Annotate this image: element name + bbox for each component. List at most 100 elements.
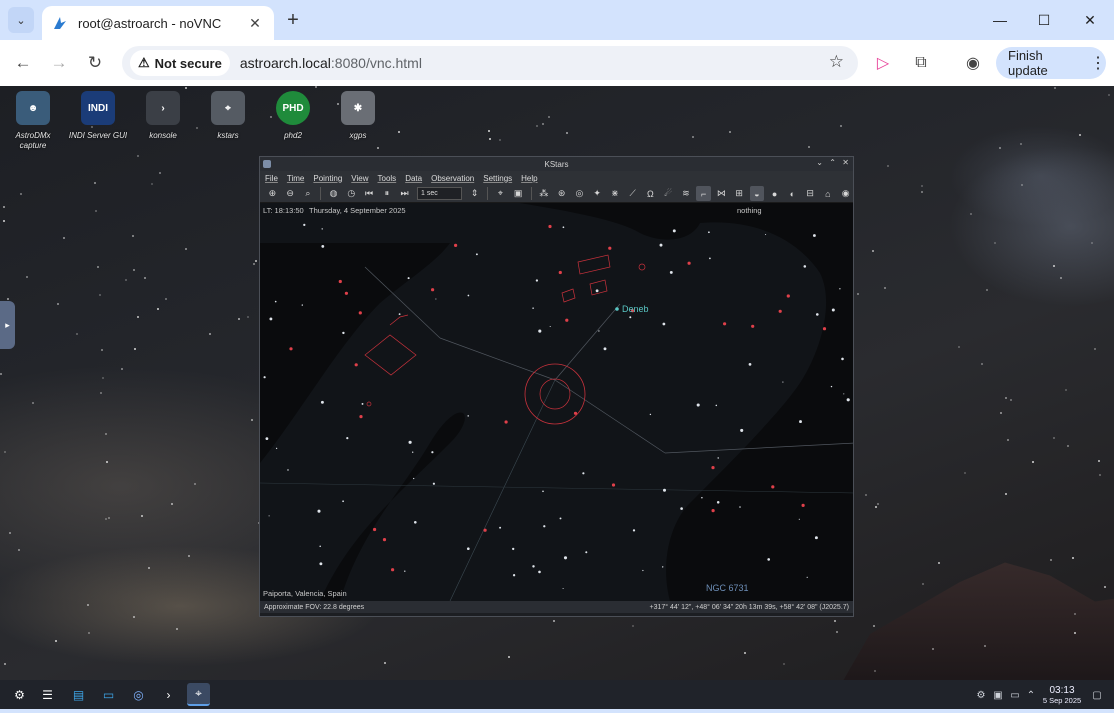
desktop-icon-xgps[interactable]: ✱ xgps: [328, 91, 388, 141]
show-desktop-icon[interactable]: ▢: [1090, 688, 1104, 702]
expand-tray-icon[interactable]: ⌃: [1024, 688, 1038, 702]
kstars-window[interactable]: KStars ⌄ ⌃ ✕ File Time Pointing View Too…: [259, 156, 854, 617]
milky-way-icon[interactable]: ☄: [661, 186, 676, 201]
hips-icon[interactable]: ◐: [785, 186, 800, 201]
horizon-icon[interactable]: ◒: [749, 186, 765, 201]
zoom-in-icon[interactable]: ⊕: [265, 186, 280, 201]
cast-icon[interactable]: ▷: [871, 51, 895, 75]
toolbar-separator: [320, 187, 322, 200]
app-launcher-icon[interactable]: ⚙: [8, 683, 31, 706]
wallpaper-star: [7, 298, 9, 300]
sky-star: [287, 469, 289, 471]
kstars-titlebar[interactable]: KStars ⌄ ⌃ ✕: [260, 157, 853, 171]
storage-tray-icon[interactable]: ▣: [991, 688, 1005, 702]
menu-observation[interactable]: Observation: [431, 174, 474, 183]
desktop-icon-phd2[interactable]: PHD phd2: [263, 91, 323, 141]
maximize-icon[interactable]: ☐: [1032, 8, 1056, 32]
supernova-icon[interactable]: ✦: [590, 186, 605, 201]
pause-icon[interactable]: ⏸: [379, 186, 394, 201]
menu-help[interactable]: Help: [521, 174, 537, 183]
package-icon[interactable]: ▤: [67, 683, 90, 706]
menu-file[interactable]: File: [265, 174, 278, 183]
forward-icon[interactable]: →: [47, 51, 71, 75]
menu-time[interactable]: Time: [287, 174, 304, 183]
fits-image-icon[interactable]: ▣: [511, 186, 526, 201]
browser-icon[interactable]: ◎: [127, 683, 150, 706]
new-tab-button[interactable]: +: [282, 9, 304, 31]
extensions-icon[interactable]: ⧉: [909, 51, 933, 75]
ground-icon[interactable]: ⋈: [714, 186, 729, 201]
file-manager-icon[interactable]: ▭: [97, 683, 120, 706]
desktop-icon-konsole[interactable]: › konsole: [133, 91, 193, 141]
desktop-icon-kstars[interactable]: ⌖ kstars: [198, 91, 258, 141]
zoom-out-icon[interactable]: ⊖: [283, 186, 298, 201]
menu-pointing[interactable]: Pointing: [313, 174, 342, 183]
remote-desktop[interactable]: ▸ ☻ AstroDMx capture INDI INDI Server GU…: [0, 86, 1114, 680]
novnc-control-bar-handle[interactable]: ▸: [0, 301, 15, 349]
taskbar-clock[interactable]: 03:13 5 Sep 2025: [1038, 685, 1086, 706]
menu-settings[interactable]: Settings: [483, 174, 512, 183]
step-forward-icon[interactable]: ⏭: [397, 186, 412, 201]
moon-icon[interactable]: ●: [767, 186, 782, 201]
sky-star: [767, 558, 771, 561]
menu-view[interactable]: View: [351, 174, 368, 183]
zoom-default-icon[interactable]: ⌕: [301, 186, 316, 201]
solar-system-icon[interactable]: ◎: [572, 186, 587, 201]
menu-tools[interactable]: Tools: [378, 174, 397, 183]
profile-icon[interactable]: ◉: [961, 51, 985, 75]
more-menu-icon[interactable]: ⋮: [1090, 53, 1106, 73]
deep-sky-icon[interactable]: ⊛: [554, 186, 569, 201]
deneb-star[interactable]: [615, 307, 619, 311]
url-text[interactable]: astroarch.local:8080/vnc.html: [240, 55, 422, 71]
task-switcher-icon[interactable]: ☰: [36, 683, 59, 706]
eye-icon[interactable]: ◉: [838, 186, 853, 201]
globe-icon[interactable]: ◍: [326, 186, 341, 201]
chevron-down-icon[interactable]: ⌄: [816, 158, 823, 167]
devices-icon[interactable]: ⊟: [803, 186, 818, 201]
menu-data[interactable]: Data: [405, 174, 422, 183]
horizontal-grid-icon[interactable]: ⌐: [696, 186, 712, 201]
sky-star: [274, 300, 277, 303]
star-label-deneb[interactable]: Deneb: [622, 304, 649, 314]
tab-search-button[interactable]: ⌄: [8, 7, 34, 33]
network-tray-icon[interactable]: ▭: [1008, 688, 1022, 702]
equatorial-grid-icon[interactable]: ≋: [679, 186, 694, 201]
window-close-icon[interactable]: ✕: [1078, 8, 1102, 32]
reload-icon[interactable]: ↻: [83, 51, 107, 75]
minimize-icon[interactable]: —: [988, 8, 1012, 32]
trash-icon[interactable]: ⌂: [821, 186, 836, 201]
flags-icon[interactable]: ⊞: [732, 186, 747, 201]
sky-star: [467, 294, 470, 297]
url-host: astroarch.local: [239, 55, 331, 71]
kstars-task-icon[interactable]: ⌖: [187, 683, 210, 706]
satellite-icon[interactable]: ⋇: [608, 186, 623, 201]
spin-arrows-icon[interactable]: ⇕: [467, 186, 482, 201]
constellation-lines-icon[interactable]: ⟋: [625, 186, 640, 201]
time-step-input[interactable]: 1 sec: [416, 187, 463, 200]
chevron-up-icon[interactable]: ⌃: [829, 158, 836, 167]
tab-novnc[interactable]: root@astroarch - noVNC ✕: [42, 6, 274, 40]
kstars-toolbar: ⊕ ⊖ ⌕ ◍ ◷ ⏮ ⏸ ⏭ 1 sec ⇕ ⌖ ▣ ⁂ ⊛ ◎ ✦ ⋇ ⟋ …: [260, 185, 853, 203]
sky-star: [585, 551, 588, 554]
security-chip[interactable]: ⚠ Not secure: [130, 50, 230, 76]
wallpaper-star: [0, 373, 2, 375]
step-back-icon[interactable]: ⏮: [362, 186, 377, 201]
finish-update-button[interactable]: Finish update ⋮: [996, 47, 1106, 79]
sky-star: [538, 329, 542, 333]
constellation-names-icon[interactable]: Ω: [643, 186, 658, 201]
clock-icon[interactable]: ◷: [344, 186, 359, 201]
sky-map[interactable]: LT: 18:13:50 Thursday, 4 September 2025 …: [260, 203, 853, 601]
back-icon[interactable]: ←: [11, 51, 35, 75]
bookmark-star-icon[interactable]: ☆: [829, 52, 844, 72]
desktop-icon-astrodmx[interactable]: ☻ AstroDMx capture: [3, 91, 63, 151]
sky-star: [407, 277, 410, 280]
crosshair-icon[interactable]: ⌖: [493, 186, 508, 201]
close-icon[interactable]: ✕: [246, 14, 264, 32]
object-label-ngc6731[interactable]: NGC 6731: [706, 583, 749, 593]
stars-icon[interactable]: ⁂: [537, 186, 552, 201]
close-icon[interactable]: ✕: [842, 158, 849, 167]
settings-tray-icon[interactable]: ⚙: [974, 688, 988, 702]
desktop-icon-indi-server-gui[interactable]: INDI INDI Server GUI: [68, 91, 128, 141]
address-bar[interactable]: ⚠ Not secure astroarch.local:8080/vnc.ht…: [122, 46, 858, 80]
terminal-icon[interactable]: ›: [157, 683, 180, 706]
